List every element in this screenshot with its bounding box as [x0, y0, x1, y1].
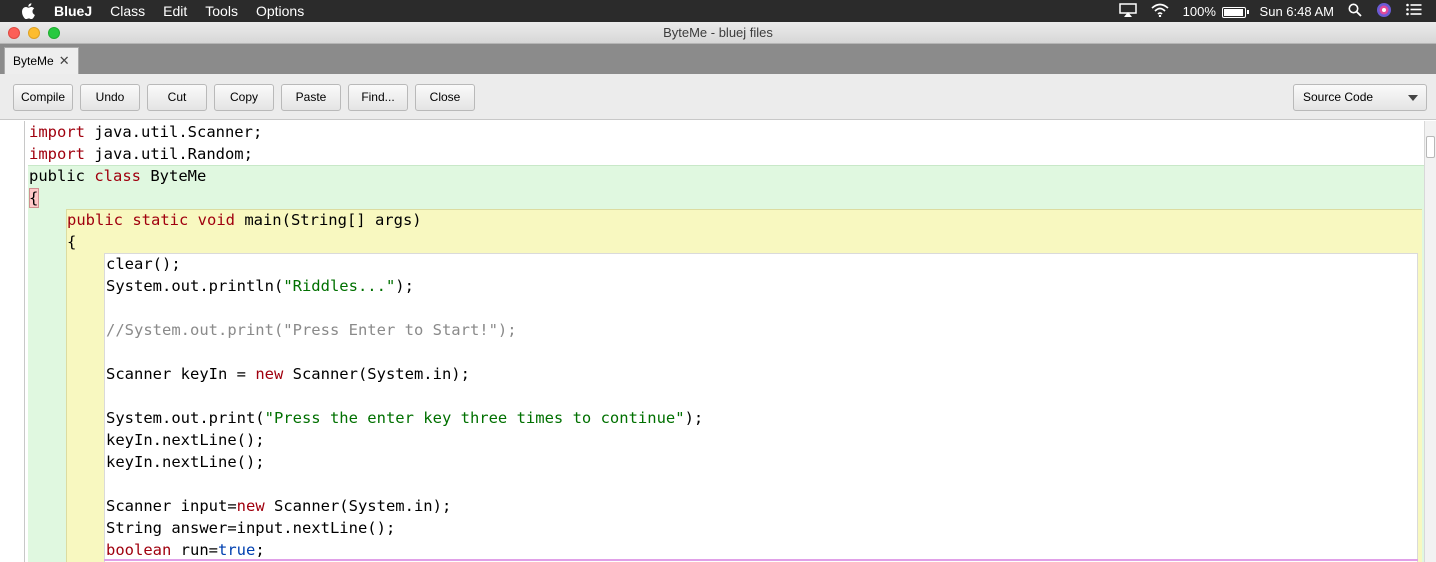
nested-scope-edge: [104, 559, 1418, 561]
code-line: public class ByteMe: [29, 167, 207, 185]
code-editor[interactable]: import java.util.Scanner; import java.ut…: [0, 121, 1424, 562]
battery-status[interactable]: 100%: [1182, 3, 1249, 19]
battery-percent: 100%: [1182, 3, 1216, 19]
status-area: 100% Sun 6:48 AM: [1118, 0, 1436, 22]
menu-class[interactable]: Class: [110, 0, 145, 22]
copy-button[interactable]: Copy: [214, 84, 274, 111]
view-mode-value: Source Code: [1303, 90, 1374, 104]
tab-close-icon[interactable]: ✕: [59, 48, 70, 74]
undo-button[interactable]: Undo: [80, 84, 140, 111]
paste-button[interactable]: Paste: [281, 84, 341, 111]
code-line: System.out.println("Riddles...");: [106, 277, 414, 295]
compile-button[interactable]: Compile: [13, 84, 73, 111]
clock[interactable]: Sun 6:48 AM: [1260, 4, 1334, 19]
view-mode-select[interactable]: Source Code: [1293, 84, 1427, 111]
wifi-icon[interactable]: [1151, 3, 1169, 20]
code-line: //System.out.print("Press Enter to Start…: [106, 321, 517, 339]
menu-tools[interactable]: Tools: [205, 0, 238, 22]
code-line: Scanner input=new Scanner(System.in);: [106, 497, 452, 515]
code-line: {: [29, 189, 39, 207]
notification-center-icon[interactable]: [1406, 3, 1422, 19]
find-button[interactable]: Find...: [348, 84, 408, 111]
airplay-icon[interactable]: [1118, 2, 1137, 20]
code-line: keyIn.nextLine();: [106, 431, 265, 449]
code-line: import java.util.Random;: [29, 145, 253, 163]
code-line: boolean run=true;: [106, 541, 265, 559]
code-line: keyIn.nextLine();: [106, 453, 265, 471]
code-line: public static void main(String[] args): [67, 211, 422, 229]
spotlight-search-icon[interactable]: [1348, 3, 1362, 20]
tab-byteme[interactable]: ByteMe ✕: [4, 47, 79, 74]
editor-tab-strip: ByteMe ✕: [0, 44, 1436, 74]
apple-icon[interactable]: [20, 3, 36, 19]
code-line: import java.util.Scanner;: [29, 123, 263, 141]
code-line: clear();: [106, 255, 181, 273]
code-line: {: [67, 233, 77, 251]
tab-label: ByteMe: [13, 54, 54, 68]
battery-icon: [1221, 6, 1249, 18]
battery-level-fill: [1223, 8, 1243, 16]
menu-bar: BlueJ Class Edit Tools Options 100% Sun …: [0, 0, 1436, 22]
cut-button[interactable]: Cut: [147, 84, 207, 111]
chevron-down-icon: [1408, 95, 1418, 101]
window-title-bar: ByteMe - bluej files: [0, 22, 1436, 44]
editor-gutter-line: [24, 121, 25, 562]
code-line: String answer=input.nextLine();: [106, 519, 396, 537]
scrollbar-thumb[interactable]: [1426, 136, 1435, 158]
menu-options[interactable]: Options: [256, 0, 304, 22]
code-line: System.out.print("Press the enter key th…: [106, 409, 704, 427]
vertical-scrollbar[interactable]: [1424, 121, 1436, 562]
close-button[interactable]: Close: [415, 84, 475, 111]
menu-app-name[interactable]: BlueJ: [54, 0, 92, 22]
siri-icon[interactable]: [1376, 2, 1392, 21]
window-title: ByteMe - bluej files: [663, 25, 773, 40]
code-line: Scanner keyIn = new Scanner(System.in);: [106, 365, 470, 383]
menu-edit[interactable]: Edit: [163, 0, 187, 22]
editor-toolbar: Compile Undo Cut Copy Paste Find... Clos…: [0, 74, 1436, 120]
